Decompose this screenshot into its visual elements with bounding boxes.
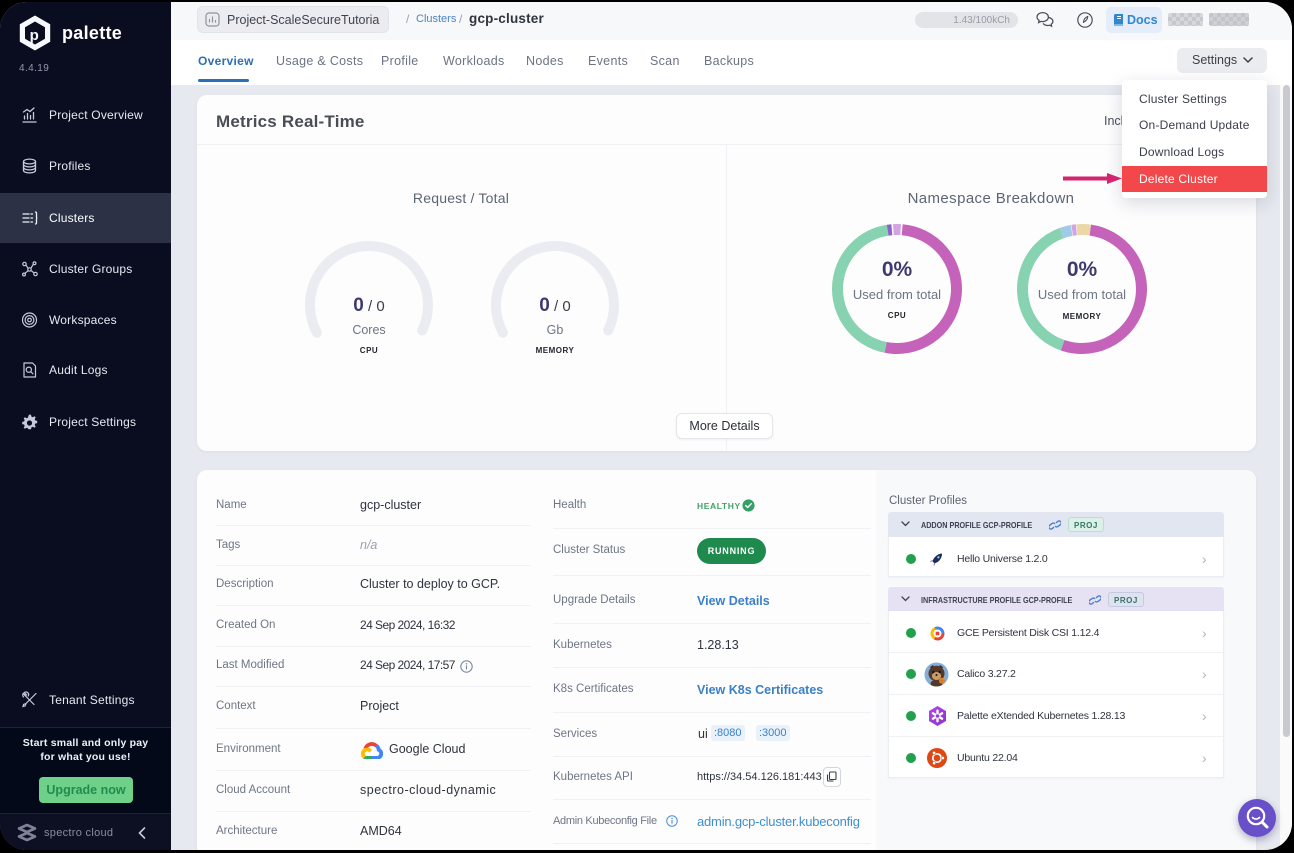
svg-text:p: p <box>30 27 39 44</box>
